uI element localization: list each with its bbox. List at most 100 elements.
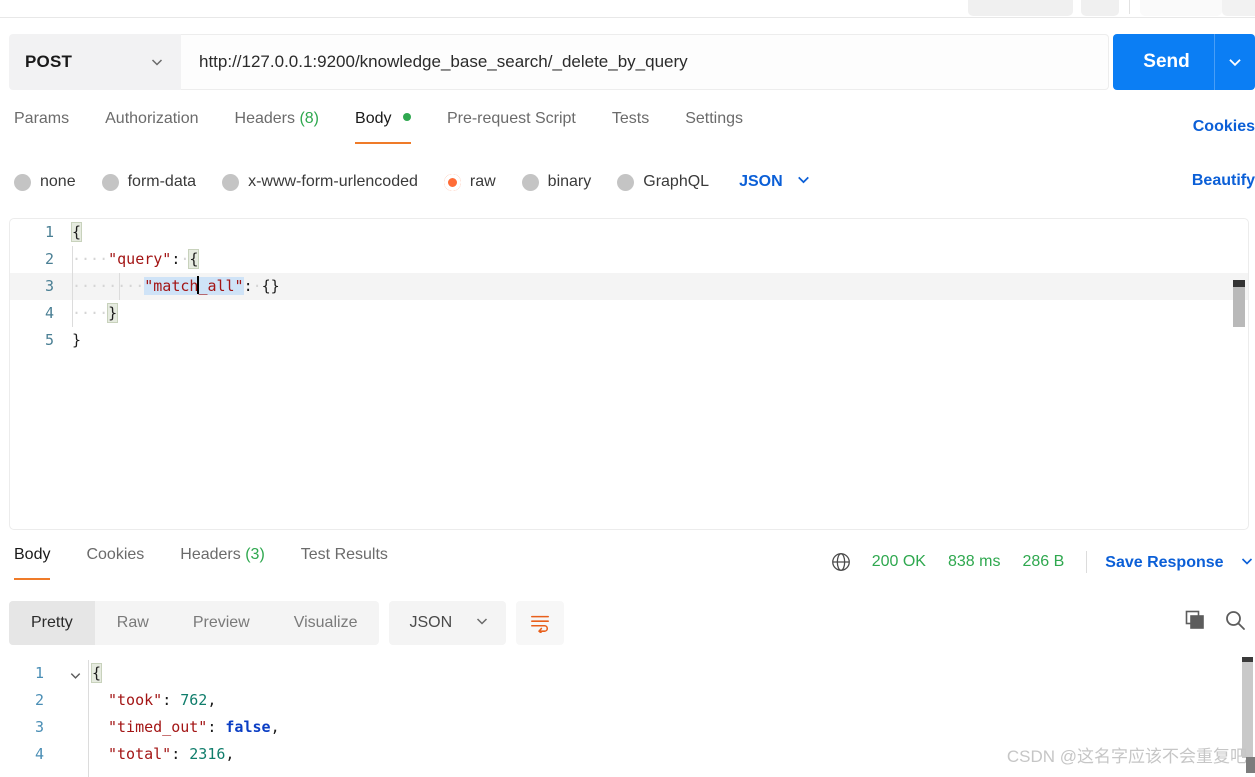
body-option-graphql[interactable]: GraphQL [617,173,709,191]
response-code-line: 3 "timed_out": false, [0,714,1255,741]
top-toolbar-strip [0,0,1255,18]
line-number: 3 [34,718,44,736]
body-option-x-www-form-urlencoded[interactable]: x-www-form-urlencoded [222,173,418,191]
body-modified-dot-icon [402,113,411,121]
tab-tests[interactable]: Tests [594,108,667,144]
json-key: "total" [108,745,172,763]
tab-pre-request-script[interactable]: Pre-request Script [429,108,594,144]
request-code-area[interactable]: 1 { 2 ····"query":·{ 3 ········"match_al… [10,219,1248,354]
response-tab-headers-label: Headers [180,546,241,563]
response-actions [1183,608,1247,632]
request-body-editor[interactable]: 1 { 2 ····"query":·{ 3 ········"match_al… [9,218,1249,530]
save-response-button[interactable]: Save Response [1105,553,1255,572]
body-option-binary[interactable]: binary [521,173,592,191]
body-option-binary-label: binary [547,173,592,190]
toolbar-pill-2[interactable] [1081,0,1119,16]
response-meta-bar: 200 OK 838 ms 286 B Save Response [830,551,1255,573]
body-option-form-data[interactable]: form-data [101,173,197,191]
radio-icon [222,173,240,191]
editor-vertical-scrollbar[interactable] [1233,287,1245,327]
tab-pre-request-script-label: Pre-request Script [446,110,576,127]
view-visualize[interactable]: Visualize [272,601,380,645]
chevron-down-icon[interactable] [1215,53,1255,71]
response-tab-headers[interactable]: Headers (3) [162,544,283,580]
send-button[interactable]: Send [1113,34,1255,90]
chevron-down-icon [795,171,812,193]
view-preview-label: Preview [192,614,250,631]
radio-icon [14,173,31,191]
response-tab-headers-count: (3) [245,546,265,563]
view-raw[interactable]: Raw [95,601,171,645]
view-raw-label: Raw [116,614,149,631]
copy-icon[interactable] [1183,608,1207,632]
response-tab-test-results[interactable]: Test Results [283,544,406,580]
chevron-down-icon [149,54,165,70]
view-pretty[interactable]: Pretty [9,601,95,645]
tab-settings[interactable]: Settings [667,108,761,144]
json-key: "took" [108,691,163,709]
body-option-form-data-label: form-data [127,173,197,190]
code-line-text: ····"query":·{ [72,246,200,273]
view-preview[interactable]: Preview [171,601,272,645]
request-url-bar: POST http://127.0.0.1:9200/knowledge_bas… [0,30,1255,95]
watermark-text: CSDN @这名字应该不会重复吧 [1006,747,1247,766]
radio-icon [617,173,635,191]
json-key: "timed_out" [108,718,208,736]
toolbar-pill-4[interactable] [1222,0,1255,16]
request-url-input[interactable]: http://127.0.0.1:9200/knowledge_base_sea… [181,34,1109,90]
tab-headers[interactable]: Headers (8) [217,108,338,144]
globe-icon[interactable] [830,551,852,573]
raw-format-selector[interactable]: JSON [739,171,812,193]
code-line-text: ········"match_all":·{} [72,273,280,300]
response-code-line-text: "timed_out": false, [108,718,280,736]
body-option-raw-label: raw [469,173,496,190]
response-code-line: 1 { [0,660,1255,687]
word-wrap-icon[interactable] [516,601,565,645]
tab-tests-label: Tests [611,110,650,127]
body-option-x-www-form-urlencoded-label: x-www-form-urlencoded [248,173,418,190]
tab-authorization-label: Authorization [105,110,199,127]
meta-divider [1086,551,1088,573]
line-number: 1 [44,223,54,241]
response-language-selector[interactable]: JSON [389,601,507,645]
response-view-segmented-control: Pretty Raw Preview Visualize [9,601,380,645]
chevron-down-icon [474,613,490,634]
body-option-raw[interactable]: raw [443,173,496,191]
response-code-line: 2 "took": 762, [0,687,1255,714]
http-method-selector[interactable]: POST [9,34,181,90]
code-line-selected: 3 ········"match_all":·{} [10,273,1248,300]
toolbar-pill-1[interactable] [968,0,1073,16]
toolbar-pill-3[interactable] [1140,0,1222,16]
cookies-link[interactable]: Cookies [1193,118,1255,136]
tab-headers-label: Headers [234,110,295,127]
response-tab-cookies[interactable]: Cookies [68,544,162,580]
view-visualize-label: Visualize [293,614,358,631]
page-edge-marker [1246,757,1255,773]
response-code-line-text: "took": 762, [108,691,217,709]
response-tab-body[interactable]: Body [14,544,68,580]
code-line: 5 } [10,327,1248,354]
send-button-label: Send [1143,51,1190,72]
search-icon[interactable] [1223,608,1247,632]
body-option-none-label: none [40,173,76,190]
tab-params-label: Params [14,110,70,127]
tab-authorization[interactable]: Authorization [87,108,216,144]
line-number: 4 [34,745,44,763]
body-option-none[interactable]: none [14,173,76,191]
tab-body[interactable]: Body [337,108,429,144]
code-line-text: ····} [72,300,119,327]
beautify-link[interactable]: Beautify [1192,172,1255,190]
request-tab-bar: Params Authorization Headers (8) Body Pr… [0,108,1255,152]
body-type-options: none form-data x-www-form-urlencoded raw… [14,168,812,196]
response-tab-body-label: Body [14,546,51,563]
radio-selected-icon [443,173,461,191]
view-pretty-label: Pretty [31,614,73,631]
response-status: 200 OK [871,553,926,570]
save-response-label: Save Response [1105,553,1224,571]
tab-params[interactable]: Params [14,108,87,144]
raw-format-label: JSON [739,173,783,190]
response-format-toolbar: Pretty Raw Preview Visualize JSON [9,601,565,645]
response-time: 838 ms [947,553,1001,570]
line-number: 3 [44,277,54,295]
code-line: 2 ····"query":·{ [10,246,1248,273]
